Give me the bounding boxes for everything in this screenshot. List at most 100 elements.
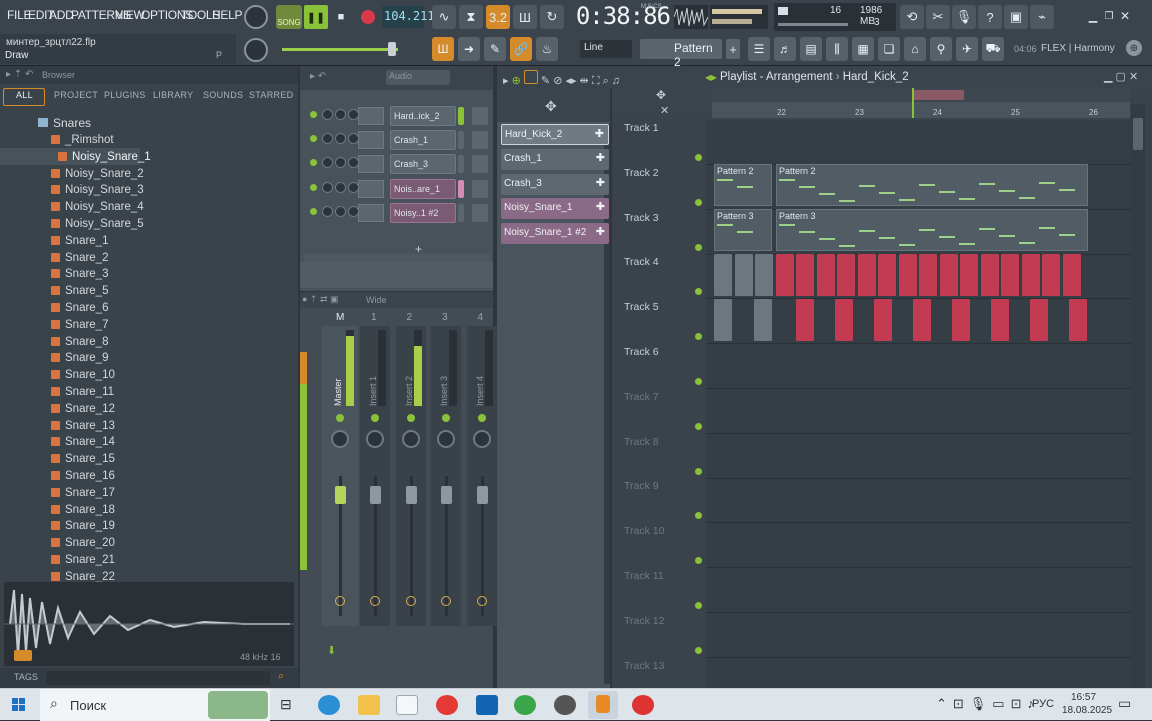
pan-knob[interactable] <box>401 430 420 448</box>
audio-clip-snare[interactable] <box>835 299 853 341</box>
touch-keyboard-button[interactable]: ⚲ <box>930 37 952 61</box>
tab-starred[interactable]: STARRED <box>249 90 293 100</box>
piano-roll-button[interactable]: ♬ <box>774 37 796 61</box>
browser-item[interactable]: Snare_15 <box>51 453 115 465</box>
audio-clip-kick[interactable] <box>714 254 732 296</box>
clip-preview-icon[interactable]: ✚ <box>596 176 605 189</box>
channel-name-button[interactable]: Nois..are_1 <box>390 178 456 199</box>
channel-select-indicator[interactable] <box>458 203 464 222</box>
globe-button[interactable]: ⊕ <box>1126 40 1142 56</box>
pattern-song-toggle[interactable]: Ш <box>432 37 454 61</box>
mute-led[interactable] <box>406 414 415 422</box>
browser-item[interactable]: Snare_3 <box>51 268 108 280</box>
volume-fader[interactable] <box>405 486 417 504</box>
audio-clip-kick[interactable] <box>755 254 773 296</box>
mute-led[interactable] <box>336 414 344 422</box>
browser-item[interactable]: Snare_10 <box>51 369 115 381</box>
picker-clip[interactable]: Noisy_Snare_1 #2 ✚ <box>501 223 609 245</box>
browser-item[interactable]: Noisy_Snare_4 <box>51 201 144 213</box>
playlist-close-icon[interactable]: ✕ <box>660 104 669 117</box>
pattern-clip[interactable]: Pattern 3 <box>776 209 1088 251</box>
routing-knob[interactable] <box>370 596 380 606</box>
menu-help[interactable]: HELP <box>212 8 242 22</box>
browser-item[interactable]: Snare_20 <box>51 537 115 549</box>
audio-clip-snare[interactable] <box>754 299 772 341</box>
channel-row[interactable]: Crash_3 <box>306 153 492 175</box>
channel-pan-knob[interactable] <box>322 181 333 193</box>
browser-item[interactable]: Snare_17 <box>51 487 115 499</box>
master-volume-knob[interactable] <box>244 5 268 29</box>
yandex-icon[interactable] <box>436 695 458 715</box>
browser-item[interactable]: Noisy_Snare_2 <box>51 168 144 180</box>
outlook-icon[interactable] <box>476 695 498 715</box>
track-header[interactable]: Track 6 <box>624 346 706 358</box>
channel-name-button[interactable]: Hard..ick_2 <box>390 106 456 126</box>
routing-knob[interactable] <box>405 596 416 606</box>
learn-button[interactable]: ✈ <box>956 37 978 61</box>
track-header[interactable]: Track 8 <box>624 436 706 448</box>
preview-play-button[interactable] <box>14 650 32 661</box>
routing-knob[interactable] <box>335 596 345 606</box>
channel-pan-knob[interactable] <box>322 205 333 217</box>
audio-clip-snare[interactable] <box>1030 299 1048 341</box>
download-arrow-icon[interactable]: ⬇ <box>327 644 336 657</box>
clock-date[interactable]: 18.08.2025 <box>1062 705 1112 716</box>
audio-clip-snare[interactable] <box>913 299 931 341</box>
audio-clip-snare[interactable] <box>796 299 814 341</box>
track-mute-led[interactable] <box>695 467 702 475</box>
track-mute-led[interactable] <box>695 422 702 430</box>
audio-clip-kick[interactable] <box>1062 254 1081 296</box>
channel-vol-knob[interactable] <box>335 157 346 169</box>
plugin-picker-button[interactable]: ⌁ <box>1030 5 1054 29</box>
channel-enable-led[interactable] <box>310 159 317 167</box>
audio-clip-kick[interactable] <box>1001 254 1019 296</box>
browser-item[interactable]: Snare_22 <box>51 571 115 583</box>
explorer-icon[interactable] <box>358 695 380 715</box>
mixer-strip[interactable]: Insert 1 <box>360 326 390 626</box>
search-icon[interactable]: ⌕ <box>278 670 284 683</box>
audio-clip-snare[interactable] <box>1069 299 1087 341</box>
browser-item[interactable]: Snare_2 <box>51 252 108 264</box>
waveform-preview[interactable]: 48 kHz 16 <box>4 582 294 666</box>
tab-library[interactable]: LIBRARY <box>153 90 193 100</box>
browser-item[interactable]: Snare_14 <box>51 436 115 448</box>
mixer-header-icons[interactable]: ● ⇡ ⇄ ▣ <box>302 294 339 305</box>
audio-clip-kick[interactable] <box>857 254 876 296</box>
tool-arrow-button[interactable]: ➜ <box>458 37 480 61</box>
mute-led[interactable] <box>442 414 450 422</box>
restore-button[interactable]: ❐ <box>1102 9 1116 23</box>
clip-preview-icon[interactable]: ✚ <box>596 200 605 213</box>
mixer-strip[interactable]: Insert 3 <box>431 326 461 626</box>
channel-pan-knob[interactable] <box>322 109 333 120</box>
mute-led[interactable] <box>477 414 486 422</box>
channel-mixer-route[interactable] <box>358 155 384 174</box>
minimize-button[interactable]: ▁ <box>1086 9 1100 23</box>
snap-magnet-button[interactable]: 🔗 <box>510 37 532 61</box>
metronome-tool-button[interactable]: ♨ <box>536 37 558 61</box>
browser-item[interactable]: Snare_16 <box>51 470 115 482</box>
wait-for-input-button[interactable]: ⧗ <box>459 5 483 29</box>
track-header[interactable]: Track 11 <box>624 570 706 582</box>
mixer-strip[interactable]: Insert 2 <box>395 326 426 626</box>
clock-time[interactable]: 16:57 <box>1071 692 1096 703</box>
browser-item[interactable]: Snare_7 <box>51 319 108 331</box>
close-button[interactable]: ✕ <box>1118 9 1132 23</box>
channel-enable-led[interactable] <box>310 111 317 118</box>
project-picker-button[interactable]: ❏ <box>878 37 900 61</box>
channel-vol-knob[interactable] <box>335 133 346 145</box>
browser-item[interactable]: Noisy_Snare_3 <box>51 184 144 196</box>
audio-clip-kick[interactable] <box>837 254 855 296</box>
mixer-button[interactable]: ⫼ <box>826 37 848 61</box>
edge-icon[interactable] <box>318 695 340 715</box>
clip-preview-icon[interactable]: ✚ <box>596 225 605 238</box>
browser-item[interactable]: _Rimshot <box>51 134 114 146</box>
track-header[interactable]: Track 7 <box>624 391 706 403</box>
loop-record-button[interactable]: ↻ <box>540 5 564 29</box>
audio-clip-kick[interactable] <box>816 254 835 296</box>
help-button[interactable]: ? <box>978 5 1002 29</box>
audio-clip-snare[interactable] <box>991 299 1009 341</box>
audio-clip-kick[interactable] <box>980 254 999 296</box>
browser-item[interactable]: Snare_1 <box>51 235 108 247</box>
track-header[interactable]: Track 9 <box>624 480 706 492</box>
pattern-selector[interactable]: Pattern 2 <box>640 39 722 69</box>
